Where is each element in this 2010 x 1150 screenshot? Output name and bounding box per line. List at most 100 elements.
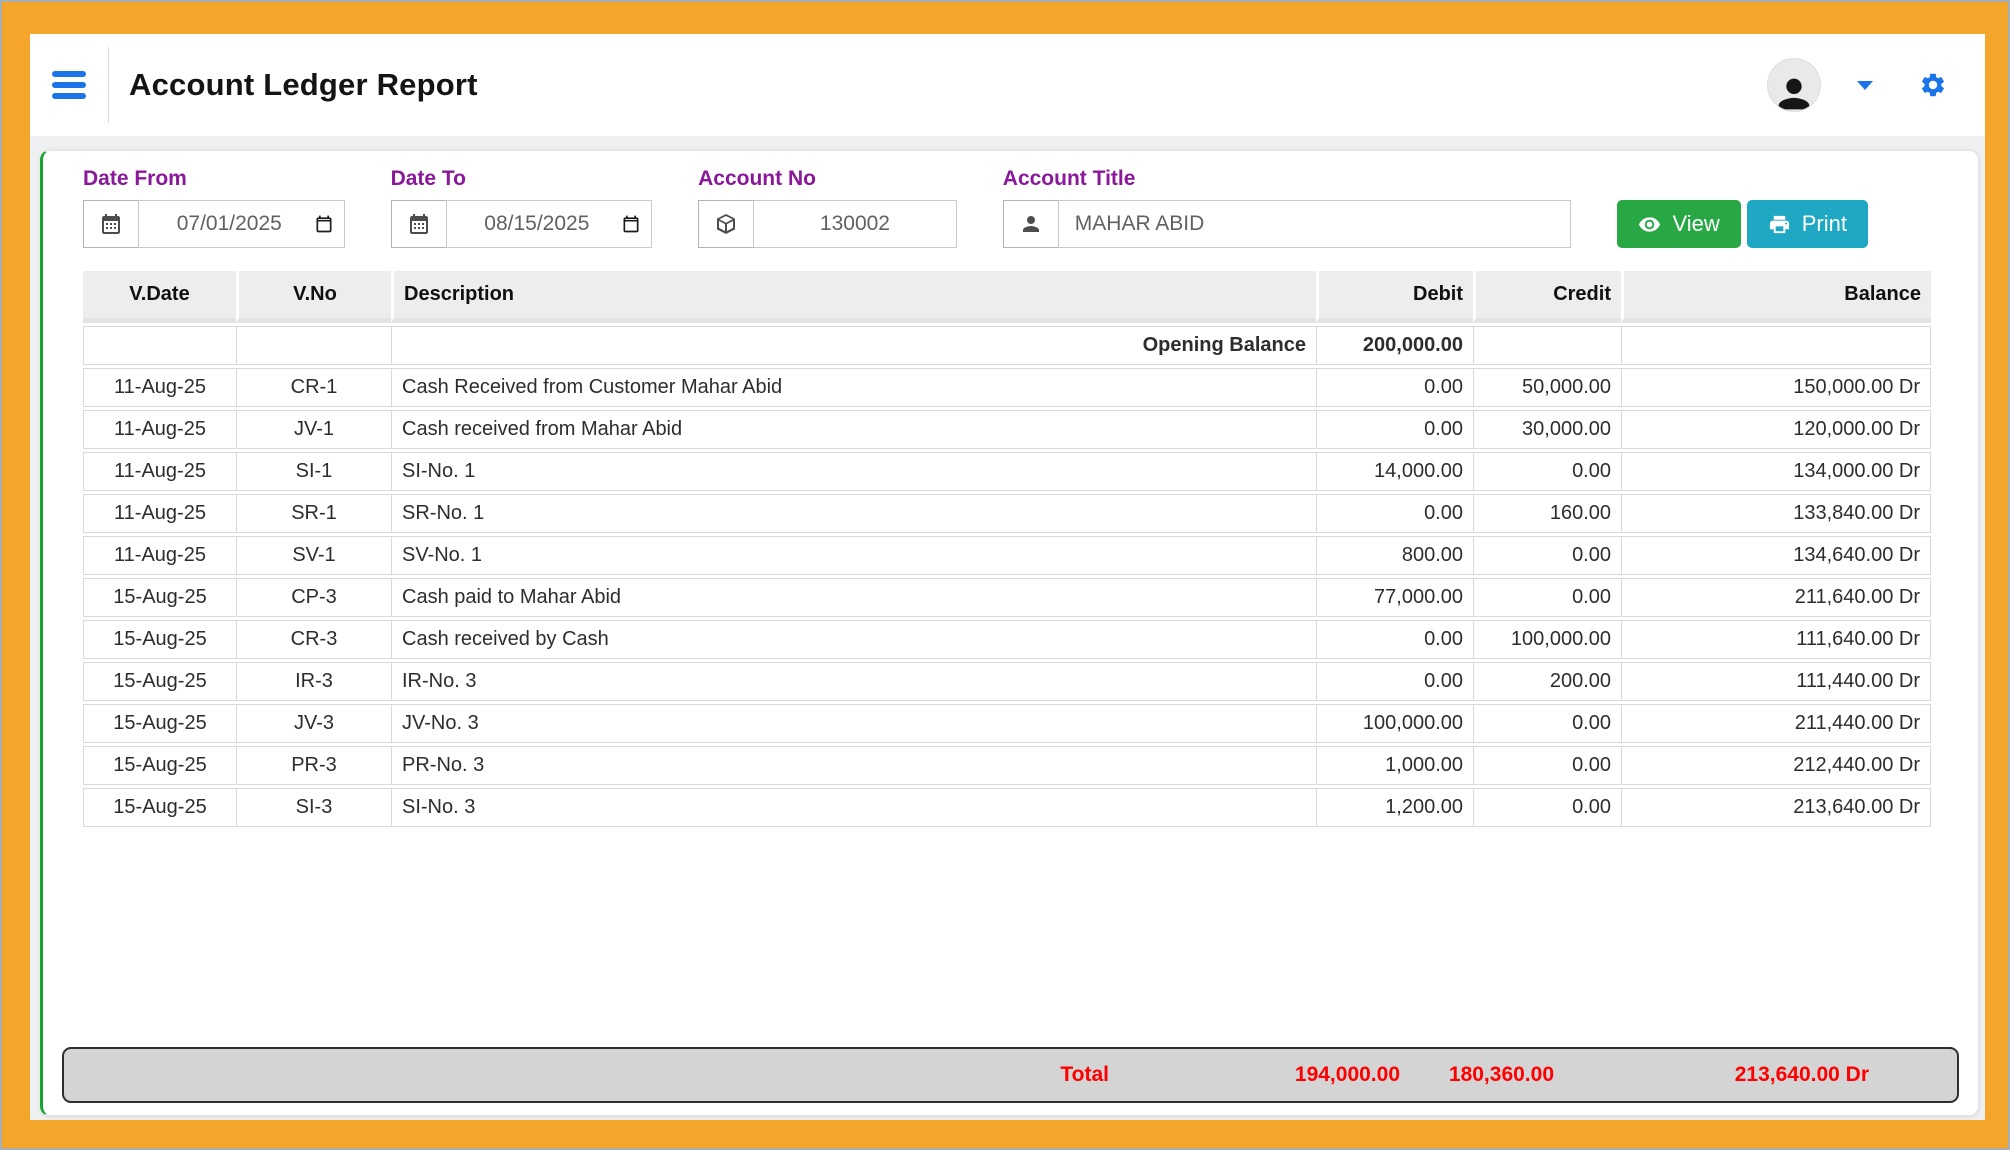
cell-description: IR-No. 3 bbox=[391, 662, 1316, 701]
cell-vdate: 11-Aug-25 bbox=[83, 494, 236, 533]
cell-debit: 1,000.00 bbox=[1316, 746, 1473, 785]
user-avatar[interactable] bbox=[1767, 58, 1821, 112]
cell-description: SV-No. 1 bbox=[391, 536, 1316, 575]
report-panel: Date From 07/01/2025 bbox=[40, 150, 1979, 1116]
cell-vno: JV-3 bbox=[236, 704, 391, 743]
cell-debit: 0.00 bbox=[1316, 410, 1473, 449]
date-picker-icon[interactable] bbox=[314, 214, 334, 234]
header-actions bbox=[1767, 58, 1947, 112]
cell-balance: 211,640.00 Dr bbox=[1621, 578, 1931, 617]
cell-credit: 0.00 bbox=[1473, 452, 1621, 491]
chevron-down-icon[interactable] bbox=[1857, 81, 1873, 90]
col-vdate: V.Date bbox=[83, 271, 236, 323]
opening-balance-label: Opening Balance bbox=[391, 326, 1316, 365]
total-debit: 194,000.00 bbox=[1109, 1063, 1400, 1087]
ledger-row: 15-Aug-25 CP-3 Cash paid to Mahar Abid 7… bbox=[83, 578, 1931, 617]
ledger-rows: 11-Aug-25 CR-1 Cash Received from Custom… bbox=[83, 368, 1931, 827]
cell-description: Cash paid to Mahar Abid bbox=[391, 578, 1316, 617]
cell-credit: 160.00 bbox=[1473, 494, 1621, 533]
cell-vno: SR-1 bbox=[236, 494, 391, 533]
cell-credit: 30,000.00 bbox=[1473, 410, 1621, 449]
ledger-row: 11-Aug-25 SV-1 SV-No. 1 800.00 0.00 134,… bbox=[83, 536, 1931, 575]
account-title-input[interactable]: MAHAR ABID bbox=[1058, 200, 1572, 248]
cell-vno: SI-1 bbox=[236, 452, 391, 491]
menu-icon[interactable] bbox=[52, 71, 86, 99]
ledger-row: 15-Aug-25 JV-3 JV-No. 3 100,000.00 0.00 … bbox=[83, 704, 1931, 743]
ledger-table-wrap: V.Date V.No Description Debit Credit Bal… bbox=[83, 268, 1926, 830]
cell-debit: 0.00 bbox=[1316, 494, 1473, 533]
ledger-row: 15-Aug-25 PR-3 PR-No. 3 1,000.00 0.00 21… bbox=[83, 746, 1931, 785]
cell-debit: 0.00 bbox=[1316, 620, 1473, 659]
main-area: Date From 07/01/2025 bbox=[30, 136, 1985, 1120]
date-to-input[interactable]: 08/15/2025 bbox=[446, 200, 653, 248]
person-icon bbox=[1003, 200, 1059, 248]
cell-description: Cash received from Mahar Abid bbox=[391, 410, 1316, 449]
cell-balance: 133,840.00 Dr bbox=[1621, 494, 1931, 533]
cell-balance: 213,640.00 Dr bbox=[1621, 788, 1931, 827]
cell-debit: 77,000.00 bbox=[1316, 578, 1473, 617]
print-button[interactable]: Print bbox=[1747, 200, 1868, 248]
cell-credit: 0.00 bbox=[1473, 578, 1621, 617]
cell-description: SI-No. 3 bbox=[391, 788, 1316, 827]
cell-credit: 0.00 bbox=[1473, 704, 1621, 743]
cell-debit: 100,000.00 bbox=[1316, 704, 1473, 743]
cell-vno: IR-3 bbox=[236, 662, 391, 701]
ledger-row: 11-Aug-25 SR-1 SR-No. 1 0.00 160.00 133,… bbox=[83, 494, 1931, 533]
cell-credit: 0.00 bbox=[1473, 536, 1621, 575]
cube-icon bbox=[698, 200, 754, 248]
cell-debit: 0.00 bbox=[1316, 368, 1473, 407]
header-divider bbox=[108, 47, 109, 123]
gear-icon[interactable] bbox=[1919, 71, 1947, 99]
cell-vdate: 15-Aug-25 bbox=[83, 578, 236, 617]
cell-vno: CR-3 bbox=[236, 620, 391, 659]
cell-vno: JV-1 bbox=[236, 410, 391, 449]
cell-vdate: 11-Aug-25 bbox=[83, 368, 236, 407]
ledger-row: 15-Aug-25 CR-3 Cash received by Cash 0.0… bbox=[83, 620, 1931, 659]
cell-debit: 14,000.00 bbox=[1316, 452, 1473, 491]
cell-description: Cash Received from Customer Mahar Abid bbox=[391, 368, 1316, 407]
col-balance: Balance bbox=[1621, 271, 1931, 323]
cell-balance: 111,640.00 Dr bbox=[1621, 620, 1931, 659]
cell-balance: 134,640.00 Dr bbox=[1621, 536, 1931, 575]
ledger-row: 11-Aug-25 CR-1 Cash Received from Custom… bbox=[83, 368, 1931, 407]
cell-description: PR-No. 3 bbox=[391, 746, 1316, 785]
cell-vdate: 15-Aug-25 bbox=[83, 704, 236, 743]
ledger-table: V.Date V.No Description Debit Credit Bal… bbox=[83, 268, 1931, 830]
spacer bbox=[43, 830, 1978, 1047]
cell-debit: 800.00 bbox=[1316, 536, 1473, 575]
cell-vdate: 11-Aug-25 bbox=[83, 536, 236, 575]
total-credit: 180,360.00 bbox=[1400, 1063, 1554, 1087]
cell-balance: 134,000.00 Dr bbox=[1621, 452, 1931, 491]
cell-description: SI-No. 1 bbox=[391, 452, 1316, 491]
ledger-row: 15-Aug-25 SI-3 SI-No. 3 1,200.00 0.00 21… bbox=[83, 788, 1931, 827]
col-credit: Credit bbox=[1473, 271, 1621, 323]
date-from-input[interactable]: 07/01/2025 bbox=[138, 200, 345, 248]
col-vno: V.No bbox=[236, 271, 391, 323]
cell-balance: 211,440.00 Dr bbox=[1621, 704, 1931, 743]
date-to-label: Date To bbox=[391, 167, 653, 191]
cell-vno: SV-1 bbox=[236, 536, 391, 575]
printer-icon bbox=[1768, 213, 1791, 236]
col-description: Description bbox=[391, 271, 1316, 323]
ledger-row: 11-Aug-25 JV-1 Cash received from Mahar … bbox=[83, 410, 1931, 449]
cell-debit: 0.00 bbox=[1316, 662, 1473, 701]
cell-description: JV-No. 3 bbox=[391, 704, 1316, 743]
action-buttons: View Print bbox=[1617, 200, 1868, 248]
account-no-input[interactable]: 130002 bbox=[753, 200, 957, 248]
cell-balance: 111,440.00 Dr bbox=[1621, 662, 1931, 701]
account-title-label: Account Title bbox=[1003, 167, 1572, 191]
app-surface: Account Ledger Report Date From bbox=[30, 34, 1985, 1120]
cell-vdate: 11-Aug-25 bbox=[83, 410, 236, 449]
ledger-row: 15-Aug-25 IR-3 IR-No. 3 0.00 200.00 111,… bbox=[83, 662, 1931, 701]
opening-balance-row: Opening Balance 200,000.00 bbox=[83, 326, 1931, 365]
cell-description: SR-No. 1 bbox=[391, 494, 1316, 533]
cell-vno: CP-3 bbox=[236, 578, 391, 617]
cell-credit: 0.00 bbox=[1473, 746, 1621, 785]
cell-vno: CR-1 bbox=[236, 368, 391, 407]
cell-vdate: 15-Aug-25 bbox=[83, 620, 236, 659]
cell-vdate: 15-Aug-25 bbox=[83, 788, 236, 827]
cell-debit: 1,200.00 bbox=[1316, 788, 1473, 827]
cell-balance: 212,440.00 Dr bbox=[1621, 746, 1931, 785]
view-button[interactable]: View bbox=[1617, 200, 1740, 248]
date-picker-icon[interactable] bbox=[621, 214, 641, 234]
